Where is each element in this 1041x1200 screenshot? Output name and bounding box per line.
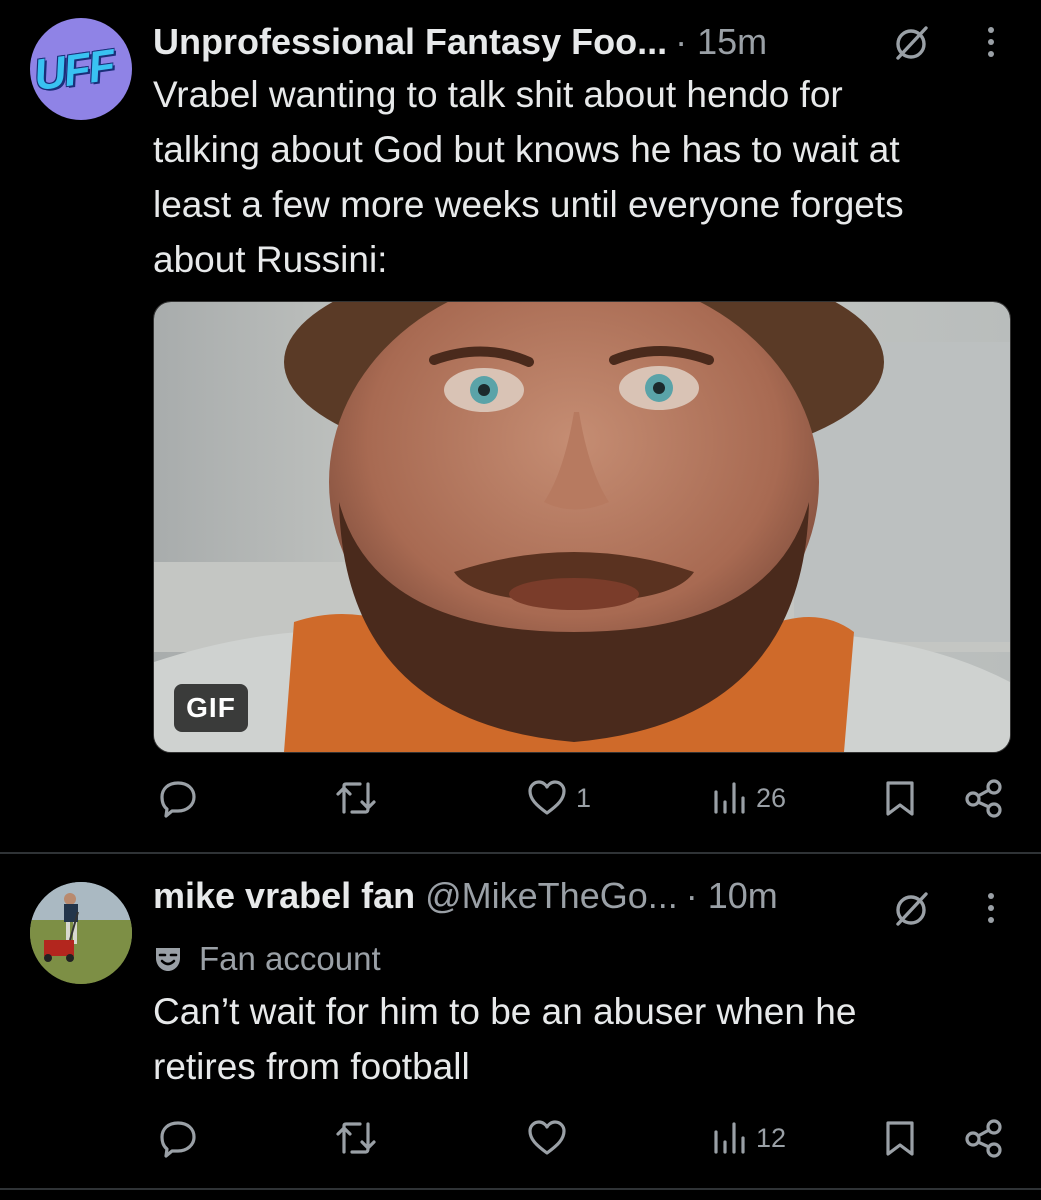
author-name[interactable]: Unprofessional Fantasy Foo...	[153, 21, 667, 63]
views-icon	[714, 782, 745, 814]
reply-button[interactable]	[158, 1118, 206, 1158]
bookmark-icon	[886, 781, 914, 816]
post-time[interactable]: · 10m	[686, 875, 778, 917]
bookmark-icon	[886, 1121, 914, 1156]
repost-button[interactable]	[334, 1118, 386, 1158]
like-button[interactable]: 1	[526, 778, 591, 818]
gif-frame	[154, 302, 1010, 752]
divider	[0, 1188, 1041, 1190]
account-label[interactable]: Fan account	[153, 940, 381, 978]
repost-button[interactable]	[334, 778, 386, 818]
gif-badge: GIF	[174, 684, 248, 732]
repost-icon	[336, 782, 376, 814]
bookmark-button[interactable]	[882, 778, 918, 818]
avatar-photo	[30, 882, 132, 984]
avatar[interactable]	[30, 882, 132, 984]
views-button[interactable]: 26	[712, 778, 786, 818]
like-button[interactable]	[526, 1118, 576, 1158]
post-text-line: Vrabel wanting to talk shit about hendo …	[153, 74, 843, 115]
action-bar: 1 26	[0, 778, 1041, 828]
like-count: 1	[576, 782, 592, 813]
theater-mask-icon	[156, 948, 180, 971]
more-icon[interactable]	[984, 888, 998, 928]
reply-icon	[160, 1121, 196, 1158]
post-header: mike vrabel fan @MikeTheGo... · 10m	[153, 874, 778, 918]
post-text-line: Can’t wait for him to be an abuser when …	[153, 991, 857, 1032]
author-name[interactable]: mike vrabel fan	[153, 875, 415, 917]
post-text-line: least a few more weeks until everyone fo…	[153, 184, 904, 225]
share-button[interactable]	[964, 1118, 1004, 1158]
avatar-logo: UFF	[30, 40, 117, 101]
post-text: Vrabel wanting to talk shit about hendo …	[153, 67, 904, 287]
more-icon[interactable]	[984, 22, 998, 62]
grok-icon[interactable]	[892, 888, 932, 928]
repost-icon	[336, 1122, 376, 1154]
reply-icon	[160, 781, 196, 818]
views-icon	[714, 1122, 745, 1154]
post-time[interactable]: · 15m	[675, 21, 767, 63]
post-text-line: talking about God but knows he has to wa…	[153, 129, 900, 170]
post-header: Unprofessional Fantasy Foo... · 15m	[153, 20, 767, 64]
post[interactable]: UFF Unprofessional Fantasy Foo... · 15m …	[0, 0, 1041, 852]
reply-button[interactable]	[158, 778, 206, 818]
bookmark-button[interactable]	[882, 1118, 918, 1158]
views-count: 12	[756, 1122, 787, 1153]
author-handle[interactable]: @MikeTheGo...	[425, 875, 678, 917]
post-text-line: about Russini:	[153, 239, 388, 280]
post-text: Can’t wait for him to be an abuser when …	[153, 984, 856, 1094]
like-icon	[528, 780, 566, 815]
views-button[interactable]: 12	[712, 1118, 786, 1158]
avatar[interactable]: UFF	[30, 18, 132, 120]
share-icon	[965, 779, 1002, 818]
like-icon	[528, 1120, 566, 1155]
share-icon	[965, 1119, 1002, 1158]
action-bar: 12	[0, 1118, 1041, 1168]
account-label-text: Fan account	[199, 940, 381, 977]
post[interactable]: mike vrabel fan @MikeTheGo... · 10m Fan …	[0, 854, 1041, 1190]
gif-media[interactable]: GIF	[153, 301, 1011, 753]
post-text-line: retires from football	[153, 1046, 470, 1087]
views-count: 26	[756, 782, 787, 813]
share-button[interactable]	[964, 778, 1004, 818]
grok-icon[interactable]	[892, 22, 932, 62]
